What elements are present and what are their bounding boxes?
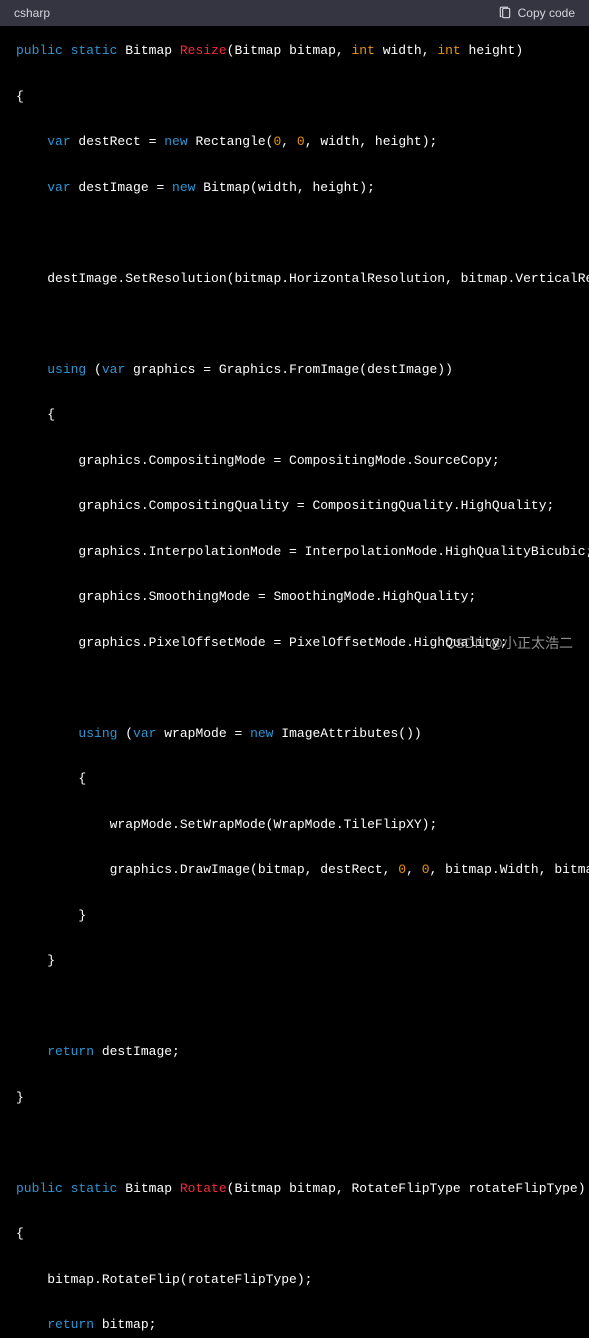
brace: { xyxy=(16,1223,573,1246)
keyword: new xyxy=(250,726,273,741)
language-label: csharp xyxy=(14,6,50,20)
brace: } xyxy=(16,1087,573,1110)
keyword: var xyxy=(102,362,125,377)
type: Bitmap xyxy=(125,1181,180,1196)
code-text: destImage.SetResolution(bitmap.Horizonta… xyxy=(47,271,589,286)
brace: { xyxy=(78,771,86,786)
code-text: graphics.SmoothingMode = SmoothingMode.H… xyxy=(78,589,476,604)
keyword: int xyxy=(352,43,375,58)
keyword: using xyxy=(47,362,86,377)
code-text: , width, height); xyxy=(305,134,438,149)
function-name: Resize xyxy=(180,43,227,58)
code-text: graphics.DrawImage(bitmap, destRect, xyxy=(110,862,399,877)
code-text: Rectangle( xyxy=(188,134,274,149)
copy-code-button[interactable]: Copy code xyxy=(498,6,575,20)
code-text: , bitmap.Width, bitmap.Height xyxy=(430,862,589,877)
function-name: Rotate xyxy=(180,1181,227,1196)
type: Bitmap xyxy=(125,43,180,58)
brace: { xyxy=(16,86,573,109)
code-text: destImage; xyxy=(94,1044,180,1059)
keyword: static xyxy=(71,43,118,58)
code-text: wrapMode = xyxy=(156,726,250,741)
blank xyxy=(16,996,573,1019)
number: 0 xyxy=(398,862,406,877)
brace: } xyxy=(78,908,86,923)
keyword: using xyxy=(78,726,117,741)
code-text: bitmap.RotateFlip(rotateFlipType); xyxy=(47,1272,312,1287)
code-text: graphics.CompositingQuality = Compositin… xyxy=(78,498,554,513)
code-text: destRect = xyxy=(71,134,165,149)
code-text: wrapMode.SetWrapMode(WrapMode.TileFlipXY… xyxy=(110,817,438,832)
code-text: , xyxy=(406,862,422,877)
watermark: CSDN @小正太浩二 xyxy=(445,633,573,653)
keyword: int xyxy=(437,43,460,58)
code-text: (Bitmap bitmap, xyxy=(227,43,352,58)
keyword: var xyxy=(47,134,70,149)
code-text: graphics.PixelOffsetMode = PixelOffsetMo… xyxy=(78,635,507,650)
code-text: graphics.CompositingMode = CompositingMo… xyxy=(78,453,499,468)
keyword: return xyxy=(47,1044,94,1059)
blank xyxy=(16,1132,573,1155)
blank xyxy=(16,677,573,700)
copy-code-label: Copy code xyxy=(518,6,575,20)
code-text: ImageAttributes()) xyxy=(273,726,421,741)
code-text: Bitmap(width, height); xyxy=(195,180,374,195)
code-text: (Bitmap bitmap, RotateFlipType rotateFli… xyxy=(227,1181,586,1196)
code-text: graphics = Graphics.FromImage(destImage)… xyxy=(125,362,453,377)
keyword: public xyxy=(16,1181,63,1196)
keyword: return xyxy=(47,1317,94,1332)
brace: { xyxy=(47,407,55,422)
number: 0 xyxy=(297,134,305,149)
number: 0 xyxy=(422,862,430,877)
keyword: var xyxy=(47,180,70,195)
code-text: graphics.InterpolationMode = Interpolati… xyxy=(78,544,589,559)
code-text: , xyxy=(281,134,297,149)
brace: } xyxy=(47,953,55,968)
code-text: width, xyxy=(375,43,437,58)
code-text: destImage = xyxy=(71,180,172,195)
blank xyxy=(16,313,573,336)
keyword: static xyxy=(71,1181,118,1196)
code-text: ( xyxy=(117,726,133,741)
code-header: csharp Copy code xyxy=(0,0,589,26)
code-text: height) xyxy=(461,43,523,58)
keyword: var xyxy=(133,726,156,741)
code-text: ( xyxy=(86,362,102,377)
clipboard-icon xyxy=(498,6,512,20)
keyword: new xyxy=(164,134,187,149)
keyword: public xyxy=(16,43,63,58)
code-block: public static Bitmap Resize(Bitmap bitma… xyxy=(0,26,589,1338)
blank xyxy=(16,222,573,245)
code-text: bitmap; xyxy=(94,1317,156,1332)
keyword: new xyxy=(172,180,195,195)
